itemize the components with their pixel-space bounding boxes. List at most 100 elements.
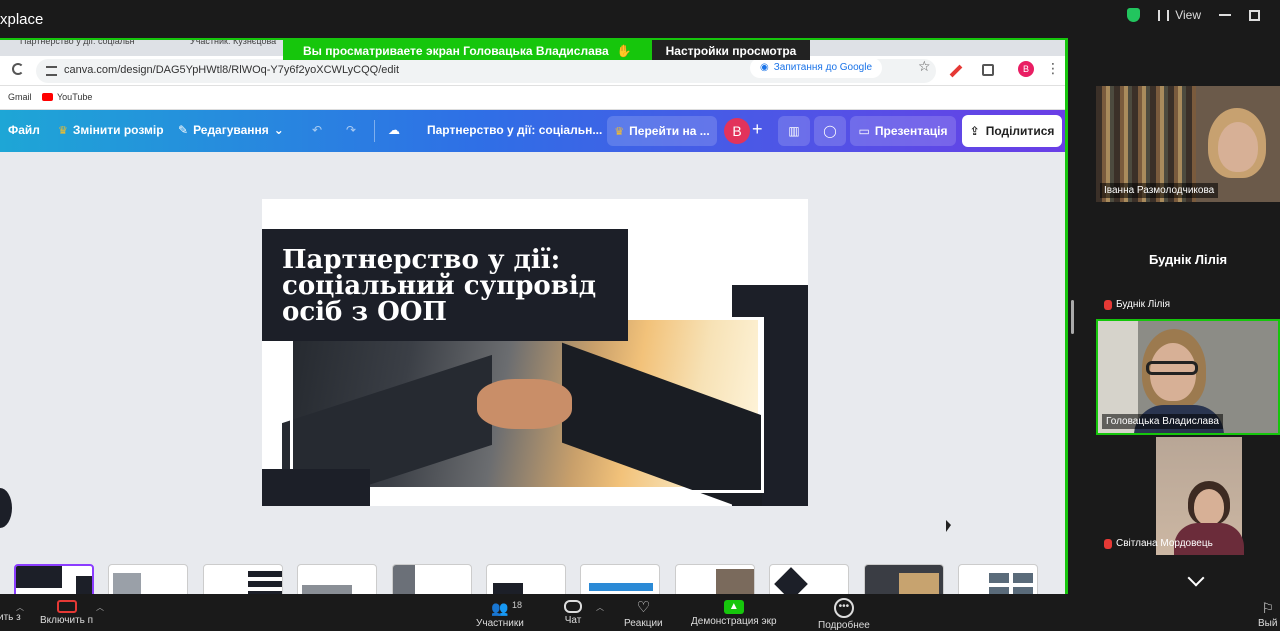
- present-button[interactable]: ▭ Презентація: [850, 116, 956, 146]
- zoom-top-bar: xplace View: [0, 0, 1280, 38]
- video-options-caret[interactable]: ︿: [96, 602, 104, 613]
- reactions-button[interactable]: ♡ Реакции: [624, 599, 663, 630]
- chat-icon: [564, 600, 582, 613]
- browser-menu-icon[interactable]: ⋮: [1046, 60, 1060, 77]
- participants-icon: 👥: [491, 600, 509, 616]
- audio-button[interactable]: ить з: [0, 612, 21, 623]
- share-banner: Вы просматриваете экран Головацька Влади…: [283, 40, 811, 60]
- participant-name-tag: Іванна Размолодчикова: [1100, 183, 1219, 198]
- address-bar: canva.com/design/DAG5YpHWtl8/RlWOq-Y7y6f…: [0, 56, 1065, 86]
- browser-tab-zoom[interactable]: Участник: Кузнєцова: [190, 40, 276, 46]
- slide-thumb[interactable]: 10: [864, 564, 944, 594]
- reload-icon[interactable]: [12, 63, 24, 75]
- slide-thumb[interactable]: 6: [486, 564, 566, 594]
- slide-thumb[interactable]: 1: [14, 564, 94, 594]
- analytics-icon[interactable]: ▥: [778, 116, 810, 146]
- edit-menu[interactable]: ✎ Редагування ⌄: [178, 123, 284, 137]
- slide-thumb[interactable]: 2: [108, 564, 188, 594]
- participant-tile-active-speaker[interactable]: Головацька Владислава: [1096, 319, 1280, 435]
- panel-resize-handle[interactable]: [1071, 300, 1074, 334]
- undo-icon[interactable]: ↶: [312, 123, 322, 137]
- leave-icon: ⚐: [1261, 600, 1274, 616]
- crown-icon: ♛: [614, 125, 625, 138]
- participant-tile[interactable]: Буднік Лілія Буднік Лілія: [1096, 204, 1280, 316]
- crown-icon: ♛: [58, 124, 68, 137]
- chevron-down-icon[interactable]: [1187, 569, 1205, 587]
- participant-name-tag: Буднік Лілія: [1100, 297, 1174, 312]
- lens-icon: ◉: [760, 62, 769, 73]
- slide-title-box[interactable]: Партнерство у дії: соціальний супровід о…: [262, 229, 628, 341]
- viewing-indicator: Вы просматриваете экран Головацька Влади…: [283, 40, 652, 60]
- pen-extension-icon[interactable]: [949, 64, 963, 78]
- share-screen-button[interactable]: ▲ Демонстрация экр: [691, 600, 777, 627]
- bookmark-gmail[interactable]: Gmail: [8, 92, 32, 102]
- more-icon: •••: [833, 598, 854, 618]
- redo-icon[interactable]: ↷: [346, 123, 356, 137]
- security-shield-icon[interactable]: [1127, 8, 1141, 22]
- share-button[interactable]: ⇪ Поділитися: [962, 115, 1062, 147]
- slide-title[interactable]: Партнерство у дії: соціальний супровід о…: [282, 247, 622, 325]
- maximize-icon[interactable]: [1249, 9, 1260, 21]
- file-menu[interactable]: Файл: [8, 123, 40, 137]
- extensions-icon[interactable]: [982, 64, 994, 76]
- present-icon: ▭: [858, 124, 870, 138]
- profile-avatar[interactable]: B: [1018, 61, 1034, 77]
- divider: [374, 120, 375, 142]
- leave-button[interactable]: ⚐ Вый: [1258, 600, 1277, 629]
- participant-tile[interactable]: Іванна Размолодчикова: [1096, 86, 1280, 202]
- participant-display-name: Буднік Лілія: [1148, 252, 1228, 267]
- video-button[interactable]: Включить п: [40, 600, 93, 626]
- participant-name-tag: Головацька Владислава: [1102, 414, 1223, 429]
- pointer-icon: ✋: [616, 44, 632, 58]
- slide-thumb[interactable]: 4: [297, 564, 377, 594]
- slide-thumb[interactable]: 8: [675, 564, 755, 594]
- site-info-icon[interactable]: [46, 66, 57, 76]
- bookmark-star-icon[interactable]: ☆: [918, 58, 931, 75]
- slide-thumb[interactable]: 9: [769, 564, 849, 594]
- view-settings-button[interactable]: Настройки просмотра: [651, 40, 811, 60]
- heart-icon: ♡: [636, 599, 651, 616]
- participant-name-tag: Світлана Мордовець: [1100, 536, 1217, 551]
- more-button[interactable]: ••• Подробнее: [818, 598, 870, 631]
- canva-toolbar: Файл ♛ Змінити розмір ✎ Редагування ⌄ ↶ ↷ ☁…: [0, 110, 1065, 152]
- pencil-icon: ✎: [178, 123, 189, 137]
- add-collaborator-icon[interactable]: +: [752, 119, 763, 140]
- view-label: View: [1175, 8, 1201, 22]
- grid-view-icon: [1158, 9, 1170, 21]
- chat-options-caret[interactable]: ︿: [596, 602, 604, 613]
- participant-tile[interactable]: Світлана Мордовець: [1096, 437, 1280, 555]
- youtube-icon: [42, 93, 53, 101]
- slide-thumb[interactable]: 5: [392, 564, 472, 594]
- comment-icon[interactable]: ◯: [814, 116, 846, 146]
- window-title: xplace: [0, 11, 44, 28]
- document-title[interactable]: Партнерство у дії: соціальн...: [427, 123, 602, 137]
- bookmark-youtube[interactable]: YouTube: [42, 92, 92, 102]
- audio-options-caret[interactable]: ︿: [16, 602, 24, 613]
- chat-button[interactable]: Чат: [564, 600, 582, 626]
- slide-thumb[interactable]: 11: [958, 564, 1038, 594]
- slide-dark-panel-bottom: [262, 469, 370, 506]
- slide-1[interactable]: Партнерство у дії: соціальний супровід о…: [262, 199, 808, 506]
- design-canvas[interactable]: Партнерство у дії: соціальний супровід о…: [0, 152, 1065, 594]
- minimize-icon[interactable]: [1219, 14, 1231, 16]
- resize-button[interactable]: ♛ Змінити розмір: [58, 123, 164, 137]
- goto-button[interactable]: ♛ Перейти на ...: [607, 116, 717, 146]
- slide-thumb[interactable]: 3: [203, 564, 283, 594]
- participant-face: [1194, 489, 1224, 525]
- muted-mic-icon: [1104, 299, 1112, 310]
- upload-icon: ⇪: [969, 124, 980, 138]
- shared-screen: Вы просматриваете экран Головацька Влади…: [0, 38, 1068, 594]
- chevron-down-icon: ⌄: [273, 123, 284, 137]
- ask-google-button[interactable]: ◉ Запитання до Google: [750, 58, 883, 78]
- view-button[interactable]: View: [1158, 8, 1201, 22]
- cloud-save-icon[interactable]: ☁: [388, 123, 400, 137]
- glasses-icon: [1146, 361, 1198, 375]
- video-off-icon: [56, 600, 77, 613]
- viewing-text: Вы просматриваете экран Головацька Влади…: [303, 44, 609, 58]
- browser-tab-canva[interactable]: Партнерство у дії: соціальн: [20, 40, 135, 46]
- collaborator-avatar[interactable]: B: [724, 118, 750, 144]
- share-screen-icon: ▲: [723, 600, 744, 614]
- slide-thumb[interactable]: 7: [580, 564, 660, 594]
- photo-frame: [290, 317, 764, 493]
- mouse-cursor-icon: [946, 520, 951, 532]
